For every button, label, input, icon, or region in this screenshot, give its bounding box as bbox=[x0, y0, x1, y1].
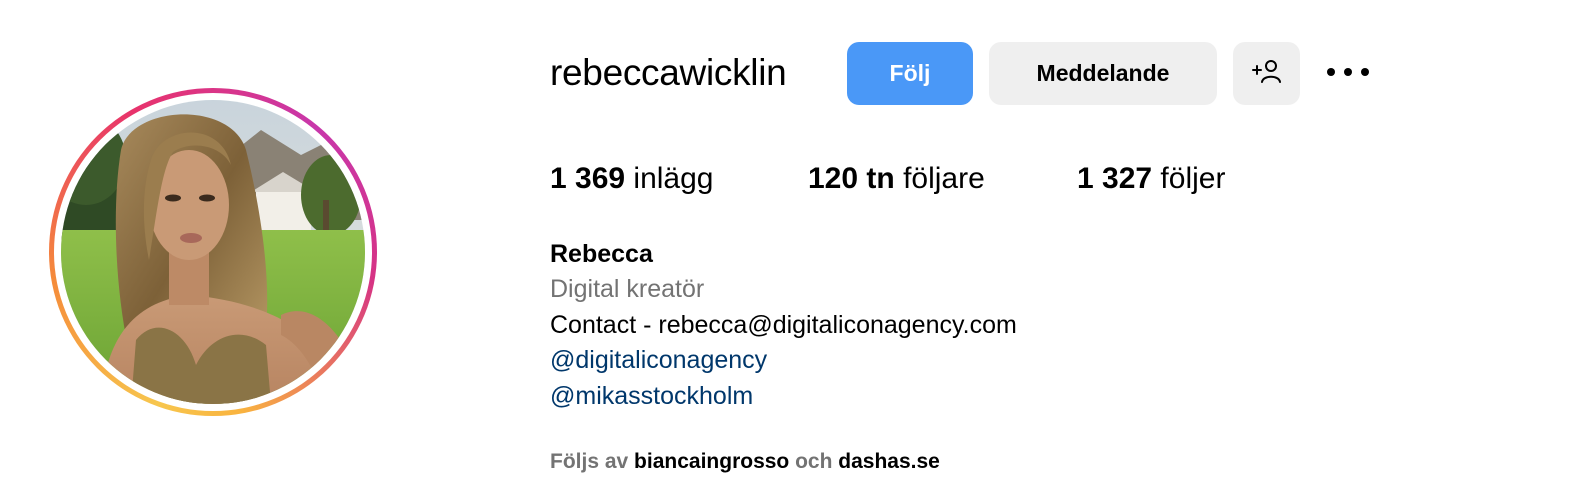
username: rebeccawicklin bbox=[550, 52, 787, 93]
following-label: följer bbox=[1160, 162, 1226, 195]
bio-mention-link[interactable]: @digitaliconagency bbox=[550, 344, 767, 376]
mutual-follower-name[interactable]: dashas.se bbox=[838, 450, 940, 473]
message-button[interactable]: Meddelande bbox=[989, 42, 1217, 105]
story-ring[interactable] bbox=[49, 88, 377, 416]
followers-count[interactable]: 120 tn följare bbox=[808, 160, 985, 198]
avatar[interactable] bbox=[61, 100, 365, 404]
posts-number: 1 369 bbox=[550, 162, 626, 195]
add-person-icon bbox=[1251, 57, 1283, 91]
followed-by-prefix: Följs av bbox=[550, 450, 629, 473]
followers-number: 120 tn bbox=[808, 162, 895, 195]
more-options-icon bbox=[1326, 64, 1370, 82]
suggest-accounts-button[interactable] bbox=[1233, 42, 1300, 105]
avatar-image bbox=[61, 100, 365, 404]
followers-label: följare bbox=[903, 162, 985, 195]
more-options-button[interactable] bbox=[1318, 52, 1378, 94]
following-count[interactable]: 1 327 följer bbox=[1077, 160, 1225, 198]
posts-count: 1 369 inlägg bbox=[550, 160, 714, 198]
display-name: Rebecca bbox=[550, 240, 653, 268]
posts-label: inlägg bbox=[633, 162, 714, 195]
mutual-follower-name[interactable]: biancaingrosso bbox=[634, 450, 789, 473]
mutual-followers[interactable]: Följs av biancaingrosso och dashas.se bbox=[550, 448, 940, 476]
profile-header: rebeccawicklin Följ Meddelande 1 369 inl… bbox=[0, 0, 1584, 498]
followed-by-joiner: och bbox=[795, 450, 833, 473]
bio-text: Contact - rebecca@digitaliconagency.com bbox=[550, 311, 1017, 339]
bio-mention-link[interactable]: @mikasstockholm bbox=[550, 380, 753, 412]
follow-button[interactable]: Följ bbox=[847, 42, 973, 105]
following-number: 1 327 bbox=[1077, 162, 1153, 195]
category-label: Digital kreatör bbox=[550, 275, 705, 303]
